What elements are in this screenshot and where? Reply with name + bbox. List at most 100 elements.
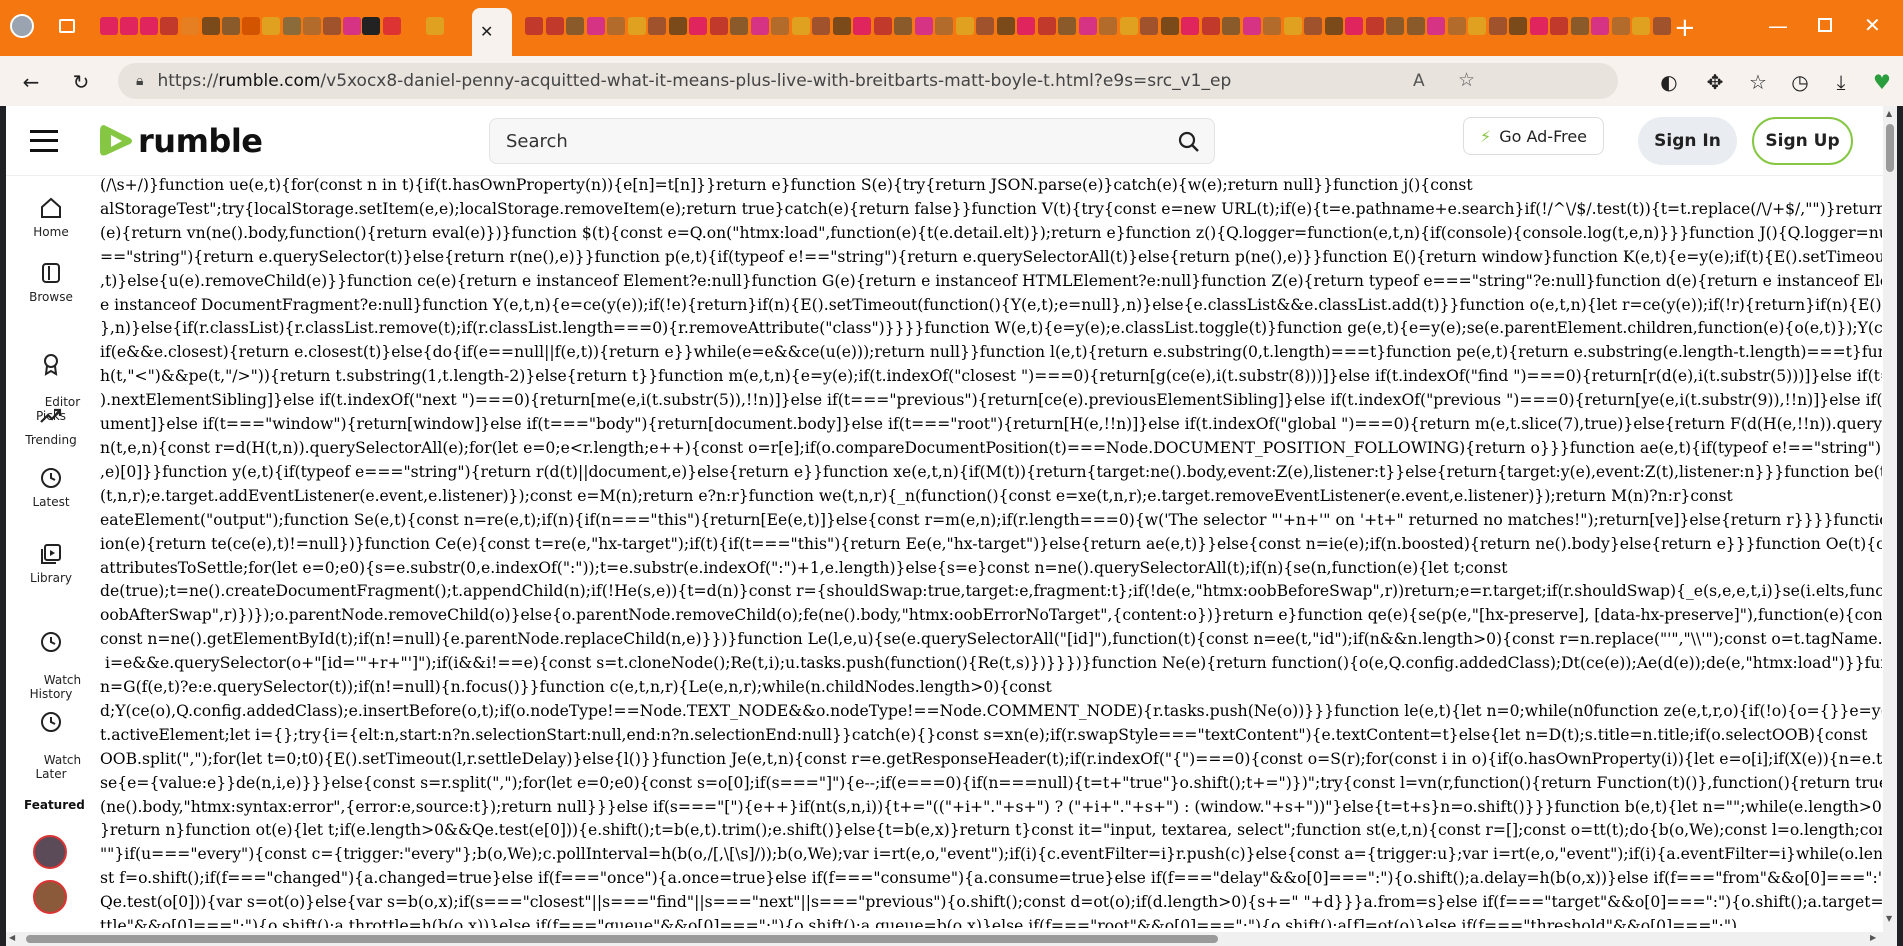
sidebar-item-watch-later[interactable]: Watch Later [6,681,96,795]
tab-favicon-icon[interactable] [1366,17,1384,35]
tab-favicon-icon[interactable] [100,17,118,35]
downloads-icon[interactable]: ⤓ [1828,69,1854,95]
tab-favicon-icon[interactable] [1058,17,1076,35]
horizontal-scroll-thumb[interactable] [26,935,1218,943]
tab-favicon-icon[interactable] [343,17,361,35]
close-window-button[interactable]: ✕ [1864,13,1881,37]
tab-favicon-icon[interactable] [1243,17,1261,35]
extensions-puzzle-icon[interactable]: ✥ [1702,69,1728,95]
sidebar-item-latest[interactable]: Latest [6,465,96,509]
tab-favicon-icon[interactable] [202,17,220,35]
tab-favicon-icon[interactable] [976,17,994,35]
tab-favicon-icon[interactable] [1509,17,1527,35]
tab-favicon-icon[interactable] [1120,17,1138,35]
rumble-logo[interactable]: rumble [98,121,263,161]
tab-favicon-icon[interactable] [792,17,810,35]
sign-up-button[interactable]: Sign Up [1752,117,1853,165]
tab-favicon-icon[interactable] [525,17,543,35]
tab-favicon-icon[interactable] [915,17,933,35]
reload-icon[interactable]: ↻ [68,69,94,95]
horizontal-scrollbar[interactable]: ◀ ▶ [6,932,1883,946]
vertical-scrollbar[interactable]: ▲ ▼ [1883,106,1897,946]
tab-favicon-icon[interactable] [1140,17,1158,35]
tab-favicon-icon[interactable] [1222,17,1240,35]
sidebar-item-browse[interactable]: Browse [6,260,96,304]
tab-favicon-icon[interactable] [1653,17,1671,35]
tab-favicon-icon[interactable] [1489,17,1507,35]
tab-favicon-icon[interactable] [771,17,789,35]
tab-favicon-icon[interactable] [894,17,912,35]
profile-avatar-icon[interactable] [10,14,34,38]
tab-favicon-icon[interactable] [120,17,138,35]
browser-essentials-icon[interactable]: ♥ [1869,69,1895,95]
tab-favicon-icon[interactable] [181,17,199,35]
favorites-icon[interactable]: ☆ [1745,69,1771,95]
tab-favicon-icon[interactable] [1407,17,1425,35]
tab-favicon-icon[interactable] [222,17,240,35]
tab-actions-icon[interactable] [59,19,75,33]
new-tab-button[interactable]: + [1674,13,1696,43]
tab-favicon-icon[interactable] [812,17,830,35]
tab-favicon-icon[interactable] [323,17,341,35]
scroll-right-arrow[interactable]: ▶ [1870,933,1876,942]
search-input[interactable]: Search [489,118,1215,164]
tab-favicon-icon[interactable] [1161,17,1179,35]
tab-favicon-icon[interactable] [1038,17,1056,35]
sidebar-item-home[interactable]: Home [6,195,96,239]
favorite-star-icon[interactable]: ☆ [1458,69,1475,91]
back-arrow-icon[interactable]: ← [18,69,44,95]
tab-favicon-icon[interactable] [689,17,707,35]
scroll-down-arrow[interactable]: ▼ [1886,914,1892,923]
maximize-button[interactable] [1818,18,1832,32]
tab-favicon-icon[interactable] [1468,17,1486,35]
search-icon[interactable] [1178,131,1200,153]
sidebar-item-library[interactable]: Library [6,541,96,585]
tab-favicon-icon[interactable] [1448,17,1466,35]
tab-favicon-icon[interactable] [710,17,728,35]
tab-favicon-icon[interactable] [607,17,625,35]
tab-favicon-icon[interactable] [648,17,666,35]
tab-favicon-icon[interactable] [1325,17,1343,35]
minimize-button[interactable]: — [1768,14,1788,38]
tab-favicon-icon[interactable] [1017,17,1035,35]
tab-favicon-icon[interactable] [1099,17,1117,35]
tab-favicon-icon[interactable] [1550,17,1568,35]
sidebar-item-trending[interactable]: Trending [6,403,96,447]
go-ad-free-button[interactable]: ⚡︎ Go Ad-Free [1463,117,1604,155]
tab-favicon-icon[interactable] [1591,17,1609,35]
tab-favicon-icon[interactable] [140,17,158,35]
tab-favicon-icon[interactable] [1530,17,1548,35]
tab-favicon-icon[interactable] [1263,17,1281,35]
address-bar[interactable]: 🔒︎ https://rumble.com/v5xocx8-daniel-pen… [118,63,1618,99]
tab-favicon-icon[interactable] [1304,17,1322,35]
hamburger-menu-icon[interactable] [30,130,58,152]
tab-favicon-icon[interactable] [1202,17,1220,35]
tab-favicon-icon[interactable] [1181,17,1199,35]
tab-favicon-icon[interactable] [242,17,260,35]
tab-favicon-icon[interactable] [730,17,748,35]
tab-favicon-icon[interactable] [1079,17,1097,35]
tab-favicon-icon[interactable] [262,17,280,35]
tab-favicon-icon[interactable] [1612,17,1630,35]
tab-favicon-icon[interactable] [362,17,380,35]
scroll-left-arrow[interactable]: ◀ [9,933,15,942]
tab-favicon-icon[interactable] [566,17,584,35]
active-tab[interactable]: ✕ [472,8,512,56]
tab-favicon-icon[interactable] [383,17,401,35]
scroll-up-arrow[interactable]: ▲ [1886,109,1892,118]
tab-favicon-icon[interactable] [833,17,851,35]
sign-in-button[interactable]: Sign In [1638,117,1737,165]
scroll-thumb[interactable] [1886,124,1894,172]
tab-favicon-icon[interactable] [751,17,769,35]
tab-favicon-icon[interactable] [160,17,178,35]
close-tab-icon[interactable]: ✕ [480,22,493,41]
tab-favicon-icon[interactable] [1632,17,1650,35]
tab-favicon-icon[interactable] [935,17,953,35]
tab-favicon-icon[interactable] [1571,17,1589,35]
tab-favicon-icon[interactable] [1284,17,1302,35]
extension-icon-1[interactable]: ◐ [1656,69,1682,95]
tab-favicon-icon[interactable] [853,17,871,35]
tab-favicon-icon[interactable] [587,17,605,35]
tab-favicon-icon[interactable] [1386,17,1404,35]
tab-favicon-icon[interactable] [997,17,1015,35]
